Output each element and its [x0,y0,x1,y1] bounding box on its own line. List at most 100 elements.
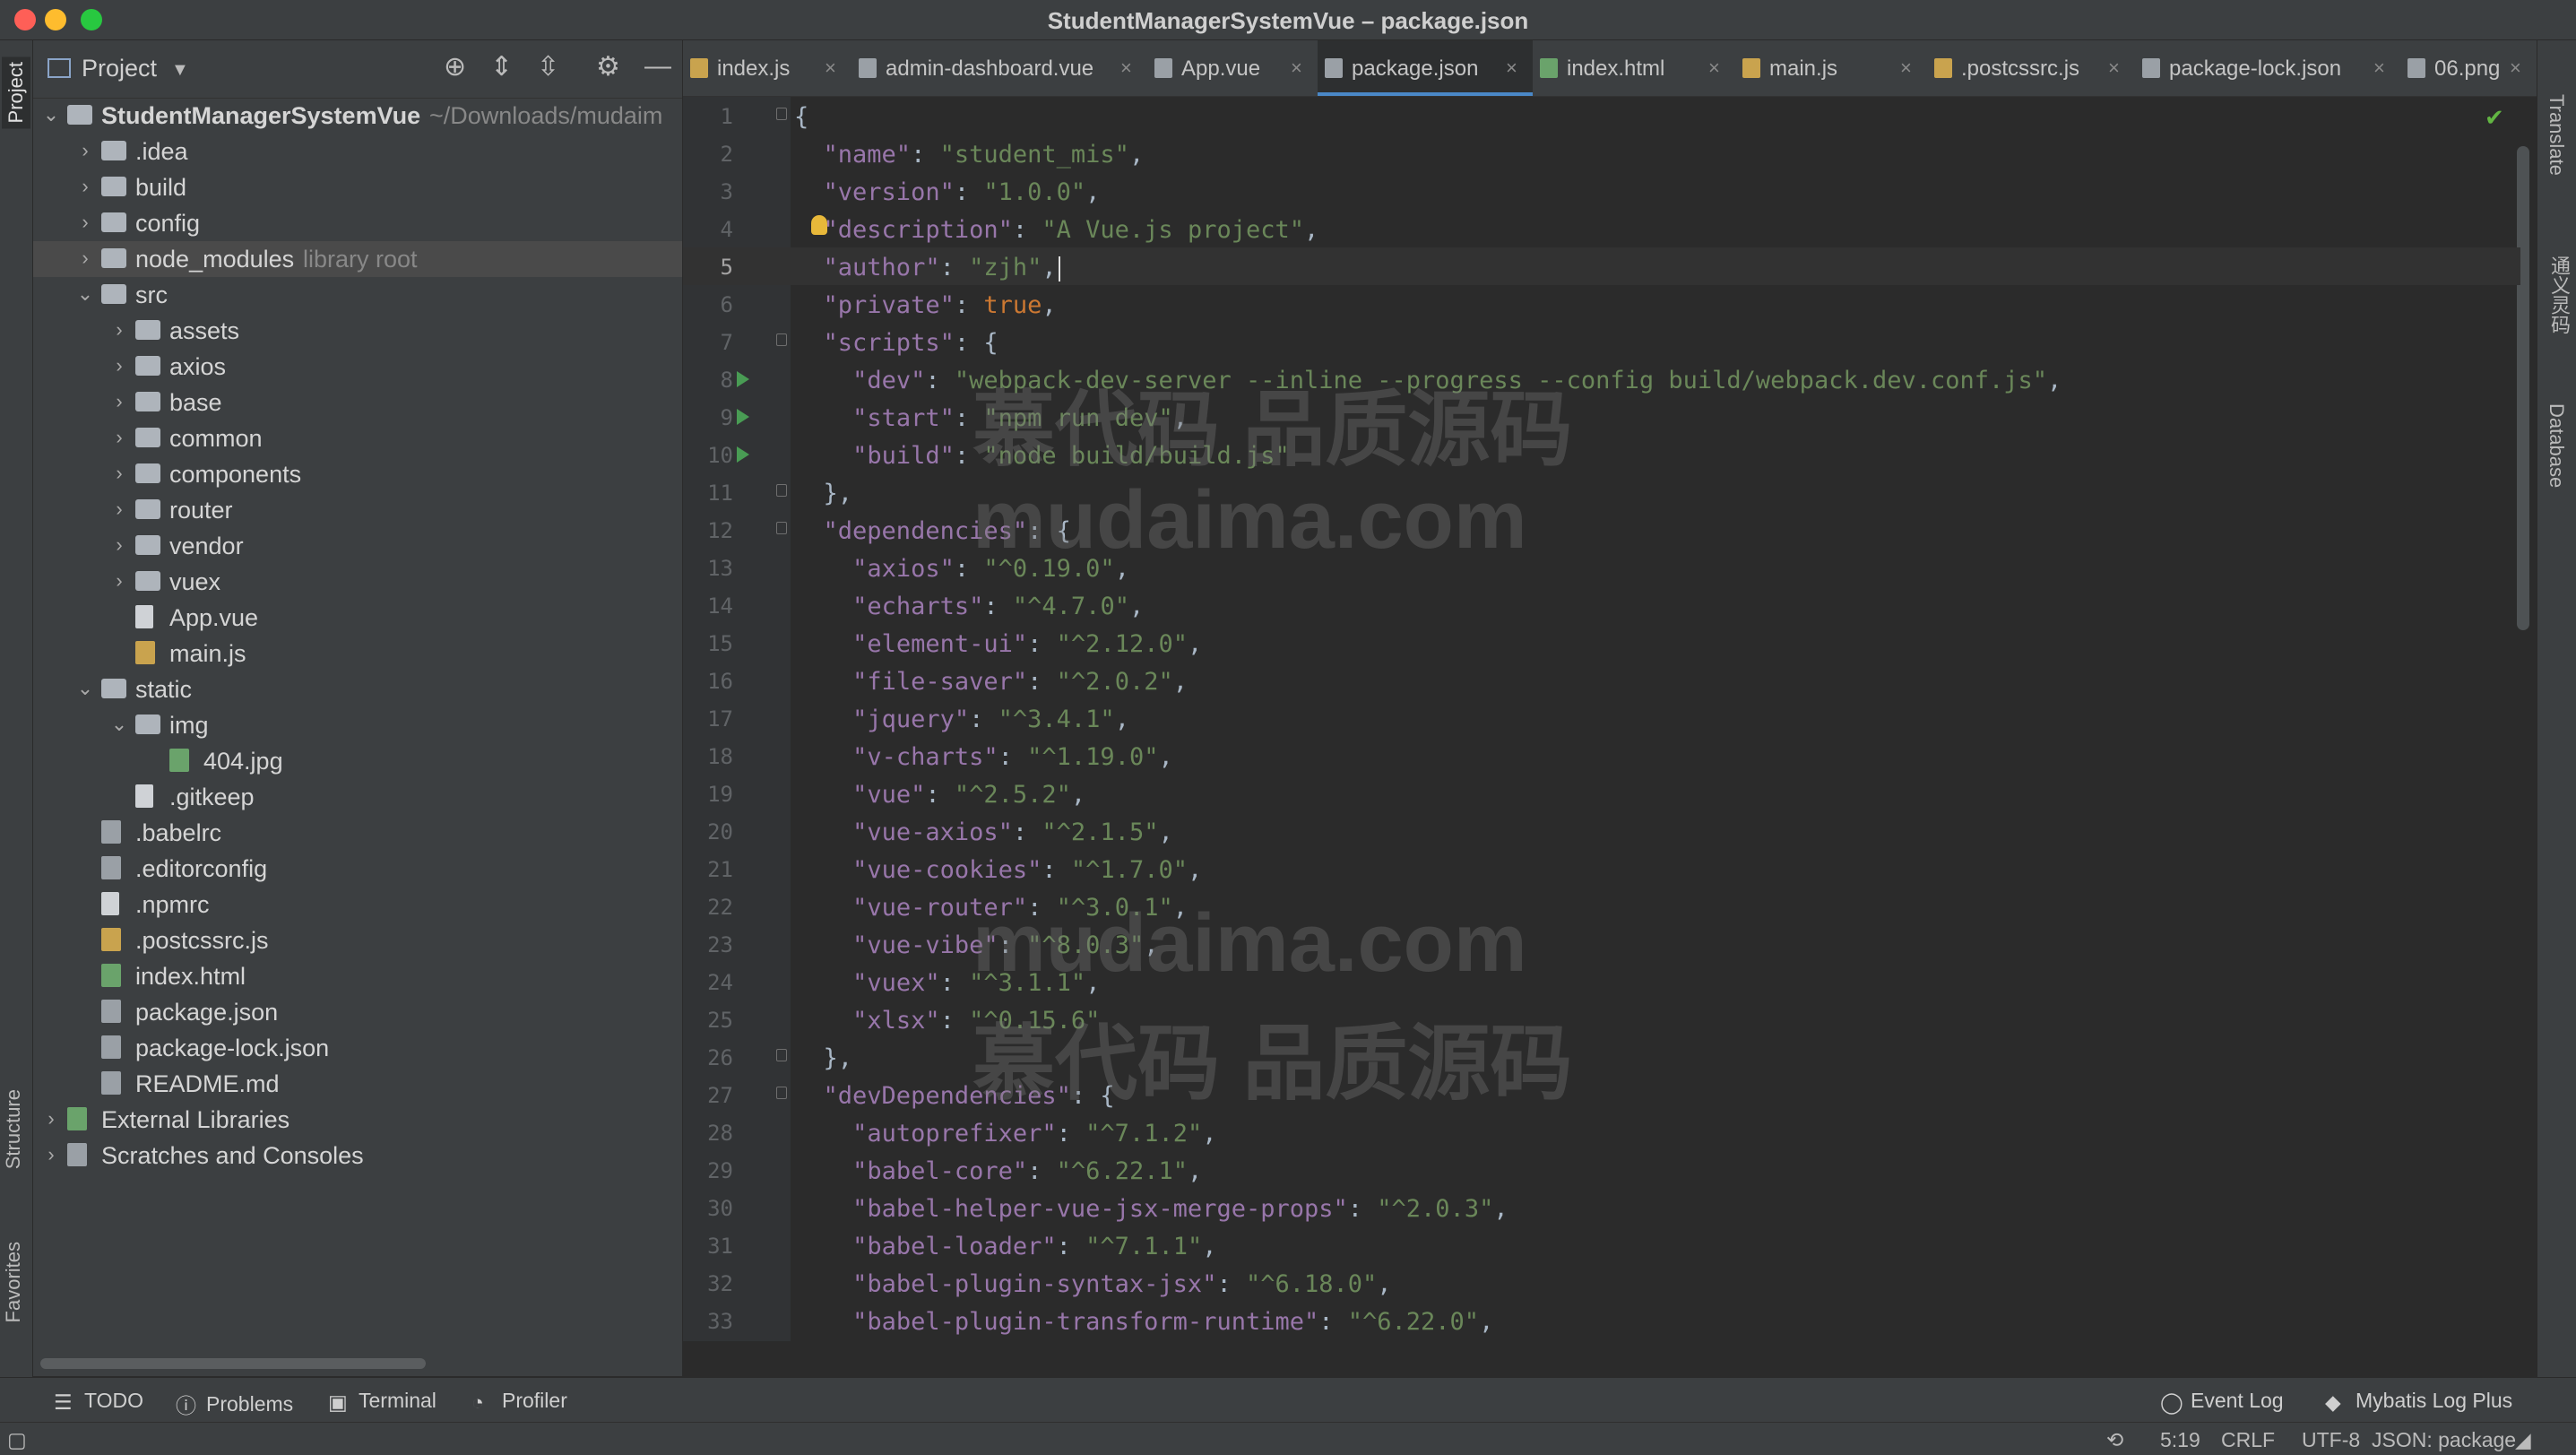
code-line[interactable]: 1{ [683,97,2520,134]
code-line[interactable]: 30 "babel-helper-vue-jsx-merge-props": "… [683,1189,2520,1226]
editor-tab[interactable]: package-lock.json × [2135,40,2400,96]
favorites-tool-tab[interactable]: Favorites [2,1242,25,1322]
tree-item[interactable]: package-lock.json [33,1030,682,1066]
tree-item[interactable]: .babelrc [33,815,682,851]
tree-item[interactable]: › common [33,420,682,456]
code-line[interactable]: 7 "scripts": { [683,323,2520,360]
chevron-right-icon[interactable]: › [110,354,128,377]
structure-tool-tab[interactable]: Structure [2,1089,25,1169]
code-line[interactable]: 19 "vue": "^2.5.2", [683,775,2520,812]
editor-tab[interactable]: .postcssrc.js × [1927,40,2135,96]
chevron-right-icon[interactable]: › [110,533,128,557]
code-line[interactable]: 17 "jquery": "^3.4.1", [683,699,2520,737]
chevron-down-icon[interactable]: ⌄ [76,677,94,700]
locate-icon[interactable]: ⊕ [444,51,466,82]
close-icon[interactable]: × [2373,56,2385,80]
profiler-tool-button[interactable]: ◔ Profiler [471,1389,567,1414]
close-icon[interactable]: × [1120,56,1132,80]
hide-panel-icon[interactable]: — [644,51,671,82]
fold-marker-icon[interactable] [776,1087,787,1099]
run-script-icon[interactable] [737,371,749,387]
tree-item[interactable]: › External Libraries [33,1102,682,1138]
editor-tab[interactable]: main.js × [1735,40,1927,96]
code-line[interactable]: 32 "babel-plugin-syntax-jsx": "^6.18.0", [683,1264,2520,1302]
code-line[interactable]: 3 "version": "1.0.0", [683,172,2520,210]
indent-icon[interactable]: ⟲ [2106,1428,2123,1452]
code-line[interactable]: 20 "vue-axios": "^2.1.5", [683,812,2520,850]
chevron-right-icon[interactable]: › [110,426,128,449]
database-tool-tab[interactable]: Database [2545,403,2568,488]
todo-tool-button[interactable]: ☰ TODO [54,1389,143,1414]
run-script-icon[interactable] [737,446,749,463]
tree-item[interactable]: › components [33,456,682,492]
fold-marker-icon[interactable] [776,108,787,120]
file-encoding[interactable]: UTF-8 [2302,1428,2360,1452]
code-line[interactable]: 18 "v-charts": "^1.19.0", [683,737,2520,775]
collapse-all-icon[interactable]: ⇳ [537,51,559,82]
tree-item[interactable]: main.js [33,636,682,671]
tree-item[interactable]: › vendor [33,528,682,564]
chevron-right-icon[interactable]: › [110,462,128,485]
code-line[interactable]: 10 "build": "node build/build.js" [683,436,2520,473]
chevron-down-icon[interactable]: ⌄ [76,282,94,306]
close-icon[interactable]: × [2510,56,2521,80]
project-tool-tab[interactable]: Project [2,56,30,129]
code-line[interactable]: 13 "axios": "^0.19.0", [683,549,2520,586]
code-line[interactable]: 31 "babel-loader": "^7.1.1", [683,1226,2520,1264]
code-line[interactable]: 29 "babel-core": "^6.22.1", [683,1151,2520,1189]
tree-item[interactable]: ⌄ static [33,671,682,707]
chevron-right-icon[interactable]: › [110,318,128,342]
tree-item[interactable]: 404.jpg [33,743,682,779]
tree-item[interactable]: › node_modules library root [33,241,682,277]
tree-item[interactable]: › base [33,385,682,420]
code-line[interactable]: 5 "author": "zjh", [683,247,2520,285]
chevron-down-icon[interactable]: ⌄ [110,713,128,736]
close-icon[interactable]: × [1506,56,1517,80]
tree-item[interactable]: › router [33,492,682,528]
translate-tool-tab[interactable]: Translate [2545,94,2568,176]
code-line[interactable]: 22 "vue-router": "^3.0.1", [683,888,2520,925]
caret-position[interactable]: 5:19 [2160,1428,2200,1452]
code-line[interactable]: 9 "start": "npm run dev", [683,398,2520,436]
fold-marker-icon[interactable] [776,484,787,497]
run-script-icon[interactable] [737,409,749,425]
editor-tab[interactable]: package.json × [1318,40,1533,96]
editor-tab[interactable]: App.vue × [1147,40,1318,96]
chevron-right-icon[interactable]: › [76,247,94,270]
horizontal-scrollbar[interactable] [40,1358,426,1369]
code-line[interactable]: 15 "element-ui": "^2.12.0", [683,624,2520,662]
code-line[interactable]: 16 "file-saver": "^2.0.2", [683,662,2520,699]
tree-item[interactable]: App.vue [33,600,682,636]
tree-item[interactable]: › .idea [33,134,682,169]
fold-marker-icon[interactable] [776,1049,787,1061]
tree-item[interactable]: .gitkeep [33,779,682,815]
chevron-right-icon[interactable]: › [76,175,94,198]
tree-item[interactable]: index.html [33,958,682,994]
code-line[interactable]: 25 "xlsx": "^0.15.6" [683,1000,2520,1038]
tree-item[interactable]: .postcssrc.js [33,922,682,958]
editor-tab[interactable]: index.html × [1533,40,1735,96]
close-icon[interactable]: × [1900,56,1912,80]
tree-item[interactable]: › axios [33,349,682,385]
chevron-down-icon[interactable]: ⌄ [42,103,60,126]
chevron-right-icon[interactable]: › [76,139,94,162]
notifications-icon[interactable]: ◢ [2515,1428,2531,1452]
code-line[interactable]: 26 }, [683,1038,2520,1076]
code-line[interactable]: 4 "description": "A Vue.js project", [683,210,2520,247]
fold-marker-icon[interactable] [776,522,787,534]
tree-item[interactable]: ⌄ img [33,707,682,743]
tree-item[interactable]: › build [33,169,682,205]
code-line[interactable]: 2 "name": "student_mis", [683,134,2520,172]
close-icon[interactable]: × [1291,56,1302,80]
expand-all-icon[interactable]: ⇕ [490,51,513,82]
chevron-right-icon[interactable]: › [110,498,128,521]
code-line[interactable]: 24 "vuex": "^3.1.1", [683,963,2520,1000]
editor-tab[interactable]: index.js × [683,40,851,96]
event-log-tool-button[interactable]: ◯ Event Log [2160,1389,2284,1414]
code-line[interactable]: 27 "devDependencies": { [683,1076,2520,1113]
code-line[interactable]: 23 "vue-vibe": "^8.0.3", [683,925,2520,963]
editor-tab[interactable]: admin-dashboard.vue × [851,40,1147,96]
ai-assistant-tool-tab[interactable]: 通义灵码 [2545,255,2573,334]
close-icon[interactable]: × [1708,56,1720,80]
gear-icon[interactable]: ⚙ [596,51,620,82]
